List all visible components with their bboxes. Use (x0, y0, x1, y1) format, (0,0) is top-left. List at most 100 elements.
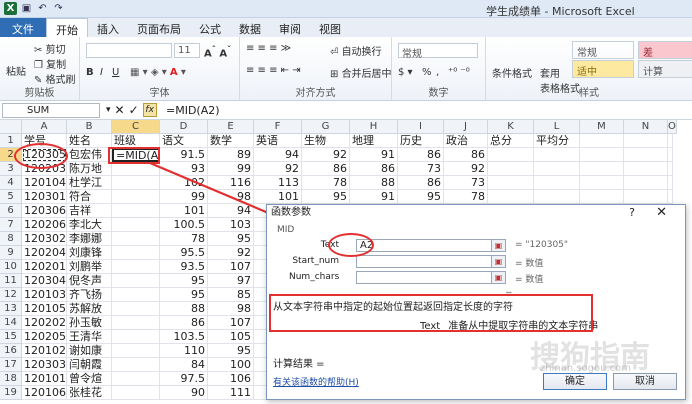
header-cell[interactable]: 语文 (160, 134, 208, 148)
tab-data[interactable]: 数据 (230, 18, 270, 37)
row-header[interactable]: 16 (0, 344, 22, 358)
table-cell[interactable]: 92 (302, 148, 350, 162)
row-header[interactable]: 1 (0, 134, 22, 148)
table-cell[interactable] (580, 148, 624, 162)
cut-button[interactable]: ✂ 剪切 (34, 41, 66, 56)
column-header[interactable]: K (488, 120, 534, 134)
table-cell[interactable]: 王清华 (67, 330, 112, 344)
row-header[interactable]: 6 (0, 204, 22, 218)
table-cell[interactable] (668, 148, 673, 162)
table-cell[interactable]: 120103 (22, 288, 67, 302)
enter-icon[interactable]: ✓ (129, 103, 139, 118)
table-cell[interactable]: 90 (160, 386, 208, 400)
column-header[interactable]: M (580, 120, 624, 134)
border-icon[interactable]: ▦ ▾ ◈ ▾ A ▾ (130, 67, 186, 78)
table-cell[interactable]: 95 (208, 344, 254, 358)
table-cell[interactable]: 103 (208, 218, 254, 232)
conditional-format-button[interactable]: 条件格式 (492, 65, 532, 80)
currency-icon[interactable]: $ ▾ (398, 67, 413, 78)
table-cell[interactable] (488, 162, 534, 176)
table-cell[interactable] (112, 358, 160, 372)
table-cell[interactable] (534, 162, 580, 176)
table-cell[interactable]: 120302 (22, 232, 67, 246)
table-cell[interactable]: 107 (208, 260, 254, 274)
header-cell[interactable]: 历史 (398, 134, 444, 148)
table-cell[interactable] (488, 190, 534, 204)
row-header[interactable]: 8 (0, 232, 22, 246)
start-num-input[interactable] (356, 255, 492, 268)
table-cell[interactable] (668, 190, 673, 204)
column-header[interactable]: D (160, 120, 208, 134)
table-cell[interactable]: 86 (350, 162, 398, 176)
table-cell[interactable]: 97 (208, 274, 254, 288)
table-cell[interactable]: 101 (160, 204, 208, 218)
table-cell[interactable] (112, 204, 160, 218)
table-cell[interactable]: 73 (398, 162, 444, 176)
table-cell[interactable]: 95 (398, 190, 444, 204)
table-cell[interactable] (112, 190, 160, 204)
header-cell[interactable]: 平均分 (534, 134, 580, 148)
tab-page-layout[interactable]: 页面布局 (128, 18, 190, 37)
percent-button[interactable]: % (422, 67, 432, 78)
table-cell[interactable]: 120201 (22, 260, 67, 274)
column-header[interactable]: A (22, 120, 67, 134)
table-cell[interactable]: 120206 (22, 218, 67, 232)
table-cell[interactable]: 116 (208, 176, 254, 190)
cancel-icon[interactable]: ✕ (115, 103, 125, 118)
tab-home[interactable]: 开始 (46, 18, 88, 37)
row-header[interactable]: 15 (0, 330, 22, 344)
table-cell[interactable]: 陈万地 (67, 162, 112, 176)
table-cell[interactable]: 86 (398, 148, 444, 162)
row-header[interactable]: 3 (0, 162, 22, 176)
save-icon[interactable]: ▣ (20, 2, 33, 15)
table-cell[interactable] (112, 330, 160, 344)
undo-icon[interactable]: ↶ (36, 2, 49, 15)
table-cell[interactable]: 95.5 (160, 246, 208, 260)
collapse-dialog-icon[interactable]: ▣ (491, 271, 506, 284)
table-cell[interactable] (112, 176, 160, 190)
table-cell[interactable]: 99 (208, 162, 254, 176)
table-cell[interactable]: 84 (160, 358, 208, 372)
name-box[interactable]: SUM (2, 103, 100, 118)
table-cell[interactable]: 99 (160, 190, 208, 204)
table-cell[interactable]: 倪冬声 (67, 274, 112, 288)
decimal-icon[interactable]: ⁺⁰ ⁻⁰ (448, 67, 470, 78)
table-cell[interactable]: 97.5 (160, 372, 208, 386)
table-cell[interactable]: 张桂花 (67, 386, 112, 400)
tab-formulas[interactable]: 公式 (190, 18, 230, 37)
table-cell[interactable]: 88 (350, 176, 398, 190)
table-cell[interactable] (112, 274, 160, 288)
table-cell[interactable]: 113 (254, 176, 302, 190)
table-cell[interactable]: 苏解放 (67, 302, 112, 316)
table-cell[interactable]: 102 (160, 176, 208, 190)
row-header[interactable]: 17 (0, 358, 22, 372)
table-cell[interactable]: 120106 (22, 386, 67, 400)
table-cell[interactable]: 120102 (22, 344, 67, 358)
select-all-corner[interactable] (0, 120, 22, 134)
number-format-combo[interactable]: 常规 (398, 43, 478, 60)
chevron-down-icon[interactable]: ▾ (106, 103, 111, 118)
table-cell[interactable]: 93.5 (160, 260, 208, 274)
table-cell[interactable]: 120104 (22, 176, 67, 190)
table-cell[interactable]: 120303 (22, 358, 67, 372)
table-cell[interactable]: 86 (302, 162, 350, 176)
style-bad[interactable]: 差 (638, 41, 692, 59)
table-cell[interactable]: 94 (208, 204, 254, 218)
help-icon[interactable]: ? (629, 206, 635, 219)
align-top-icon[interactable]: ≡ ≡ ≡ ≫ (246, 43, 291, 54)
close-icon[interactable]: ✕ (656, 205, 667, 220)
table-cell[interactable]: 闫朝霞 (67, 358, 112, 372)
table-cell[interactable] (112, 260, 160, 274)
table-cell[interactable]: 91 (350, 148, 398, 162)
table-cell[interactable]: 120204 (22, 246, 67, 260)
table-cell[interactable]: 101 (254, 190, 302, 204)
collapse-dialog-icon[interactable]: ▣ (491, 239, 506, 252)
table-cell[interactable]: 93 (160, 162, 208, 176)
table-cell[interactable]: 杜学江 (67, 176, 112, 190)
row-header[interactable]: 5 (0, 190, 22, 204)
table-cell[interactable]: 73 (444, 176, 488, 190)
table-cell[interactable]: 107 (208, 316, 254, 330)
table-cell[interactable] (580, 134, 624, 148)
table-cell[interactable] (112, 316, 160, 330)
table-cell[interactable]: 91.5 (160, 148, 208, 162)
